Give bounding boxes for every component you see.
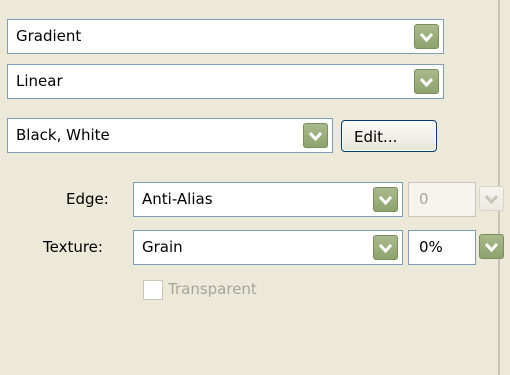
- edit-button-label: Edit...: [354, 128, 398, 146]
- transparent-label: Transparent: [168, 280, 257, 298]
- chevron-down-icon[interactable]: [414, 24, 439, 49]
- edge-amount-input: 0: [408, 182, 476, 217]
- edge-value: Anti-Alias: [142, 190, 213, 208]
- edge-amount-dropdown: [478, 182, 506, 217]
- texture-amount-dropdown[interactable]: [478, 230, 506, 265]
- edge-amount-value: 0: [419, 190, 429, 208]
- properties-panel: Gradient Linear Black, White Edit... Edg…: [0, 0, 510, 375]
- chevron-down-icon[interactable]: [373, 235, 398, 260]
- chevron-down-icon[interactable]: [303, 123, 328, 148]
- color-value: Black, White: [16, 126, 110, 144]
- chevron-down-icon[interactable]: [373, 187, 398, 212]
- edge-select[interactable]: Anti-Alias: [133, 182, 403, 217]
- gradient-type-value: Gradient: [16, 27, 82, 45]
- chevron-down-icon[interactable]: [479, 234, 504, 259]
- texture-label: Texture:: [43, 238, 103, 256]
- edge-label: Edge:: [66, 190, 109, 208]
- texture-amount-value: 0%: [419, 238, 443, 256]
- color-select[interactable]: Black, White: [7, 118, 333, 153]
- texture-amount-input[interactable]: 0%: [408, 230, 476, 265]
- transparent-checkbox: [143, 280, 163, 300]
- gradient-style-select[interactable]: Linear: [7, 64, 444, 99]
- gradient-style-value: Linear: [16, 72, 63, 90]
- chevron-down-icon: [479, 186, 504, 211]
- edit-button[interactable]: Edit...: [341, 120, 437, 152]
- texture-value: Grain: [142, 238, 183, 256]
- gradient-type-select[interactable]: Gradient: [7, 19, 444, 54]
- chevron-down-icon[interactable]: [414, 69, 439, 94]
- texture-select[interactable]: Grain: [133, 230, 403, 265]
